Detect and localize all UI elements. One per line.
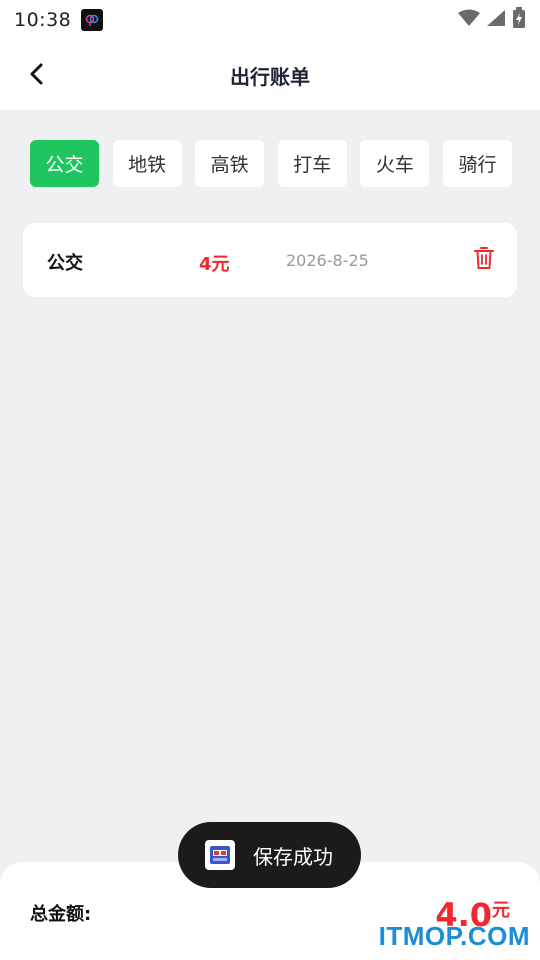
tab-cycling[interactable]: 骑行 <box>442 140 512 187</box>
app-bar: 出行账单 <box>0 40 540 110</box>
watermark: ITMOP.COM <box>378 921 530 951</box>
total-label: 总金额: <box>30 904 92 925</box>
battery-icon <box>512 7 526 33</box>
app-notification-icon <box>81 9 104 31</box>
status-bar: 10:38 <box>0 0 540 40</box>
bill-row[interactable]: 公交 4元 2026-8-25 <box>23 223 517 297</box>
status-icons <box>458 7 526 33</box>
bill-date: 2026-8-25 <box>286 251 369 270</box>
chevron-left-icon <box>26 62 46 90</box>
bill-amount: 4元 <box>199 254 230 275</box>
trash-icon <box>473 246 495 274</box>
wifi-icon <box>458 9 480 31</box>
tab-taxi[interactable]: 打车 <box>277 140 347 187</box>
toast: 保存成功 <box>178 822 361 888</box>
category-tabs: 公交 地铁 高铁 打车 火车 骑行 <box>30 140 512 188</box>
back-button[interactable] <box>18 58 54 94</box>
tab-high-speed-rail[interactable]: 高铁 <box>195 140 265 187</box>
app-icon <box>205 840 235 870</box>
total-unit: 元 <box>492 900 510 921</box>
status-time: 10:38 <box>14 9 72 31</box>
page-title: 出行账单 <box>230 64 310 89</box>
signal-icon <box>486 9 506 31</box>
toast-text: 保存成功 <box>253 844 333 869</box>
tab-train[interactable]: 火车 <box>360 140 430 187</box>
tab-subway[interactable]: 地铁 <box>112 140 182 187</box>
bill-category: 公交 <box>47 253 83 274</box>
tab-bus[interactable]: 公交 <box>30 140 99 187</box>
delete-button[interactable] <box>471 247 497 273</box>
